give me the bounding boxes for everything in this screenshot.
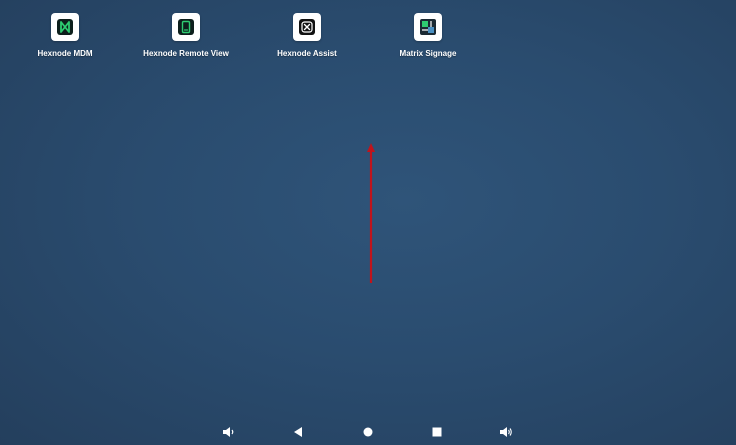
app-label: Hexnode Remote View (143, 49, 229, 58)
matrix-signage-icon (414, 13, 442, 41)
back-button[interactable] (290, 424, 306, 440)
home-screen: Hexnode MDM Hexnode Remote View Hexnode … (0, 0, 736, 445)
back-icon (294, 427, 302, 437)
home-button[interactable] (360, 424, 376, 440)
volume-up-button[interactable] (498, 424, 514, 440)
volume-down-button[interactable] (221, 424, 237, 440)
home-icon (363, 427, 373, 437)
app-matrix-signage[interactable]: Matrix Signage (368, 13, 488, 58)
swipe-up-arrow-icon (367, 143, 375, 283)
navigation-bar (0, 420, 736, 445)
recents-icon (432, 427, 442, 437)
volume-up-icon (500, 427, 512, 437)
app-label: Hexnode Assist (277, 49, 337, 58)
hexnode-mdm-icon (51, 13, 79, 41)
volume-down-icon (223, 427, 234, 437)
app-hexnode-assist[interactable]: Hexnode Assist (247, 13, 367, 58)
hexnode-remote-view-icon (172, 13, 200, 41)
app-label: Matrix Signage (399, 49, 457, 58)
app-label: Hexnode MDM (37, 49, 93, 58)
recents-button[interactable] (429, 424, 445, 440)
app-hexnode-mdm[interactable]: Hexnode MDM (5, 13, 125, 58)
hexnode-assist-icon (293, 13, 321, 41)
app-hexnode-remote-view[interactable]: Hexnode Remote View (126, 13, 246, 58)
